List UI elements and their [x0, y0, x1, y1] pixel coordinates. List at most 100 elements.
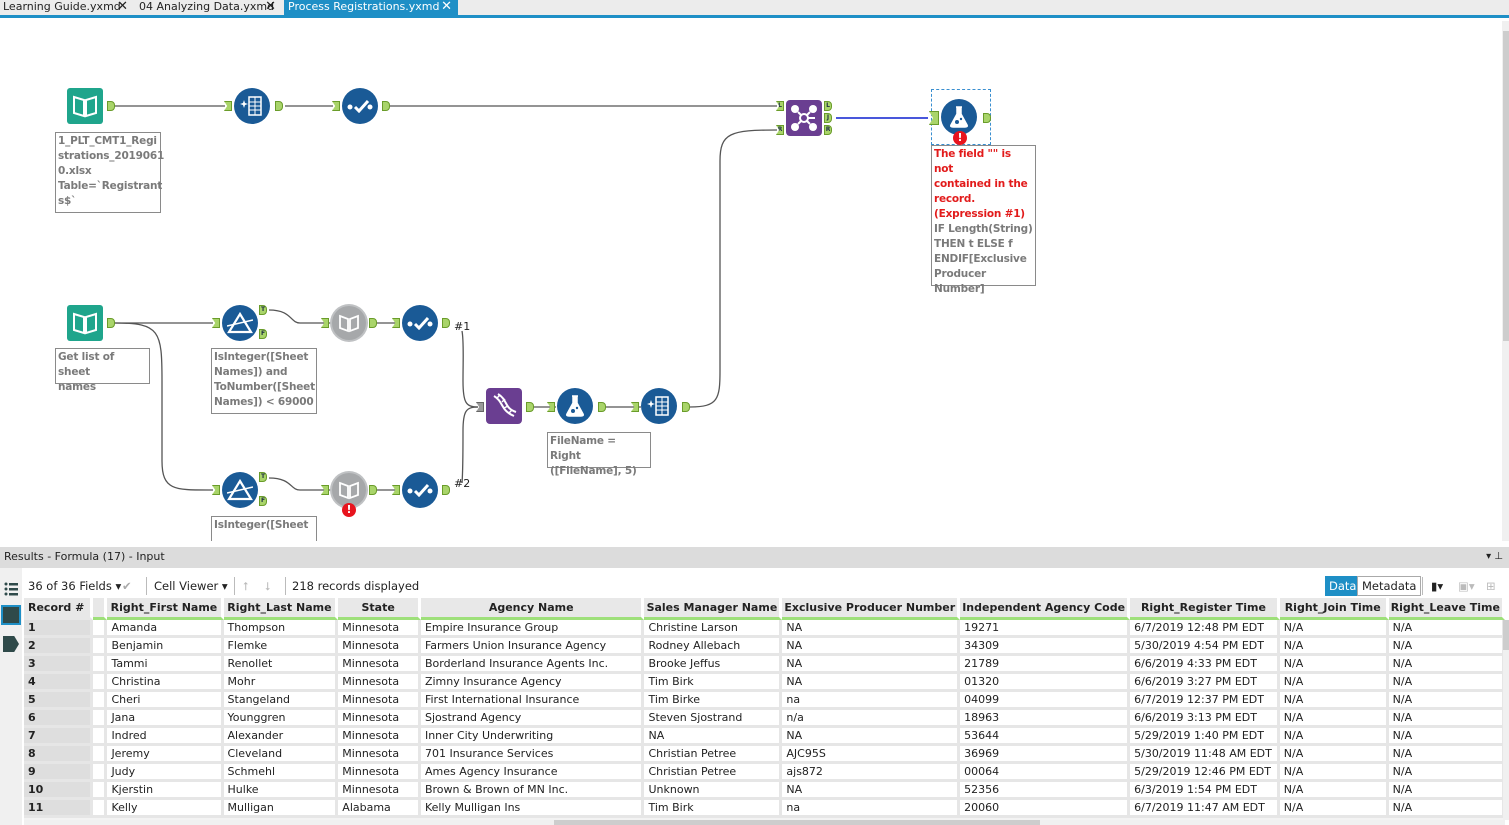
record-number-cell[interactable]: 8: [24, 746, 93, 764]
table-cell[interactable]: Cheri: [107, 692, 224, 710]
table-cell[interactable]: Minnesota: [338, 746, 421, 764]
table-cell[interactable]: Minnesota: [338, 728, 421, 746]
column-header[interactable]: Right_Leave Time: [1388, 598, 1505, 620]
table-cell[interactable]: 36969: [960, 746, 1131, 764]
table-cell[interactable]: Minnesota: [338, 764, 421, 782]
table-cell[interactable]: N/A: [1279, 692, 1389, 710]
table-cell[interactable]: [92, 710, 108, 728]
table-cell[interactable]: N/A: [1388, 728, 1505, 746]
table-cell[interactable]: [92, 620, 108, 638]
table-cell[interactable]: N/A: [1388, 746, 1505, 764]
record-number-cell[interactable]: 7: [24, 728, 93, 746]
table-cell[interactable]: 52356: [960, 782, 1131, 800]
union-tool[interactable]: [486, 388, 522, 424]
table-cell[interactable]: Empire Insurance Group: [420, 620, 645, 638]
table-cell[interactable]: Minnesota: [338, 710, 421, 728]
table-cell[interactable]: 6/6/2019 3:27 PM EDT: [1130, 674, 1280, 692]
table-cell[interactable]: N/A: [1388, 656, 1505, 674]
results-data-grid[interactable]: Record # Right_First Name Right_Last Name S…: [24, 598, 1505, 820]
table-cell[interactable]: N/A: [1279, 746, 1389, 764]
table-cell[interactable]: Kelly Mulligan Ins: [420, 800, 645, 818]
table-cell[interactable]: 19271: [960, 620, 1131, 638]
table-cell[interactable]: Thompson: [223, 620, 339, 638]
table-cell[interactable]: [92, 638, 108, 656]
table-cell[interactable]: N/A: [1279, 782, 1389, 800]
filter-tool-2[interactable]: [222, 472, 258, 508]
table-cell[interactable]: 6/3/2019 1:54 PM EDT: [1130, 782, 1280, 800]
close-icon[interactable]: ✕: [265, 0, 276, 13]
table-cell[interactable]: Indred: [107, 728, 224, 746]
table-cell[interactable]: Christian Petree: [644, 746, 783, 764]
table-cell[interactable]: N/A: [1388, 692, 1505, 710]
output-anchor[interactable]: [107, 318, 115, 328]
column-header[interactable]: Sales Manager Name: [644, 598, 783, 620]
input-data-tool-registrations[interactable]: [67, 88, 103, 124]
table-row[interactable]: 10 Kjerstin Hulke Minnesota Brown & Brown of…: [24, 782, 1505, 800]
output-anchor[interactable]: [983, 113, 991, 123]
table-cell[interactable]: N/A: [1279, 728, 1389, 746]
table-cell[interactable]: Tim Birk: [644, 674, 783, 692]
table-row[interactable]: 4 Christina Mohr Minnesota Zimny Insurance A…: [24, 674, 1505, 692]
table-cell[interactable]: Minnesota: [338, 620, 421, 638]
table-cell[interactable]: N/A: [1388, 764, 1505, 782]
table-cell[interactable]: 6/7/2019 11:47 AM EDT: [1130, 800, 1280, 818]
record-number-cell[interactable]: 10: [24, 782, 93, 800]
table-cell[interactable]: First International Insurance: [420, 692, 645, 710]
table-cell[interactable]: Tammi: [107, 656, 224, 674]
output-anchor[interactable]: [598, 402, 606, 412]
output-anchor[interactable]: [442, 318, 450, 328]
table-cell[interactable]: N/A: [1388, 710, 1505, 728]
table-cell[interactable]: Amanda: [107, 620, 224, 638]
table-cell[interactable]: Borderland Insurance Agents Inc.: [420, 656, 645, 674]
table-cell[interactable]: Zimny Insurance Agency: [420, 674, 645, 692]
cell-viewer-dropdown[interactable]: Cell Viewer ▾: [154, 574, 228, 598]
filter-tool-1[interactable]: [222, 305, 258, 341]
filter-true-anchor[interactable]: T: [259, 305, 267, 315]
scrollbar-thumb[interactable]: [1503, 620, 1509, 650]
table-cell[interactable]: Mohr: [223, 674, 339, 692]
table-cell[interactable]: na: [782, 692, 961, 710]
output-anchor[interactable]: [369, 318, 377, 328]
apply-check-icon[interactable]: ✔: [122, 574, 132, 598]
table-cell[interactable]: [92, 728, 108, 746]
output-anchor[interactable]: [682, 402, 690, 412]
table-row[interactable]: 9 Judy Schmehl Minnesota Ames Agency Insuran…: [24, 764, 1505, 782]
table-cell[interactable]: Jeremy: [107, 746, 224, 764]
table-cell[interactable]: 18963: [960, 710, 1131, 728]
grid-vertical-scrollbar[interactable]: [1503, 620, 1509, 820]
pin-icon[interactable]: ▾ ⊥: [1486, 547, 1503, 567]
table-cell[interactable]: Hulke: [223, 782, 339, 800]
column-header[interactable]: Agency Name: [420, 598, 645, 620]
table-cell[interactable]: Steven Sjostrand: [644, 710, 783, 728]
table-row[interactable]: 2 Benjamin Flemke Minnesota Farmers Union In…: [24, 638, 1505, 656]
error-icon[interactable]: !: [342, 503, 356, 517]
dynamic-input-tool-1[interactable]: [332, 306, 366, 340]
record-number-cell[interactable]: 9: [24, 764, 93, 782]
table-cell[interactable]: [92, 800, 108, 818]
output-anchor[interactable]: [382, 101, 390, 111]
formula-tool-error[interactable]: [941, 99, 977, 135]
table-cell[interactable]: ajs872: [782, 764, 961, 782]
table-cell[interactable]: 04099: [960, 692, 1131, 710]
select-tool[interactable]: [342, 88, 378, 124]
table-cell[interactable]: Unknown: [644, 782, 783, 800]
error-icon[interactable]: !: [953, 131, 967, 145]
table-cell[interactable]: 6/7/2019 12:37 PM EDT: [1130, 692, 1280, 710]
output-anchor[interactable]: [275, 101, 283, 111]
table-cell[interactable]: N/A: [1279, 710, 1389, 728]
tab-process-registrations[interactable]: Process Registrations.yxmd ✕: [284, 0, 458, 15]
table-cell[interactable]: 00064: [960, 764, 1131, 782]
table-cell[interactable]: 34309: [960, 638, 1131, 656]
table-row[interactable]: 5 Cheri Stangeland Minnesota First Internati…: [24, 692, 1505, 710]
copy-icon[interactable]: ▮▾: [1431, 574, 1443, 598]
table-cell[interactable]: Judy: [107, 764, 224, 782]
table-cell[interactable]: [92, 674, 108, 692]
column-header[interactable]: Right_Register Time: [1130, 598, 1280, 620]
close-icon[interactable]: ✕: [441, 0, 452, 13]
table-cell[interactable]: NA: [782, 674, 961, 692]
table-cell[interactable]: [92, 782, 108, 800]
join-left-output-anchor[interactable]: L: [824, 101, 832, 111]
workflow-canvas[interactable]: 1_PLT_CMT1_Regi strations_2019061 0.xlsx…: [0, 21, 1502, 541]
table-row[interactable]: 8 Jeremy Cleveland Minnesota 701 Insurance S…: [24, 746, 1505, 764]
table-cell[interactable]: Kelly: [107, 800, 224, 818]
